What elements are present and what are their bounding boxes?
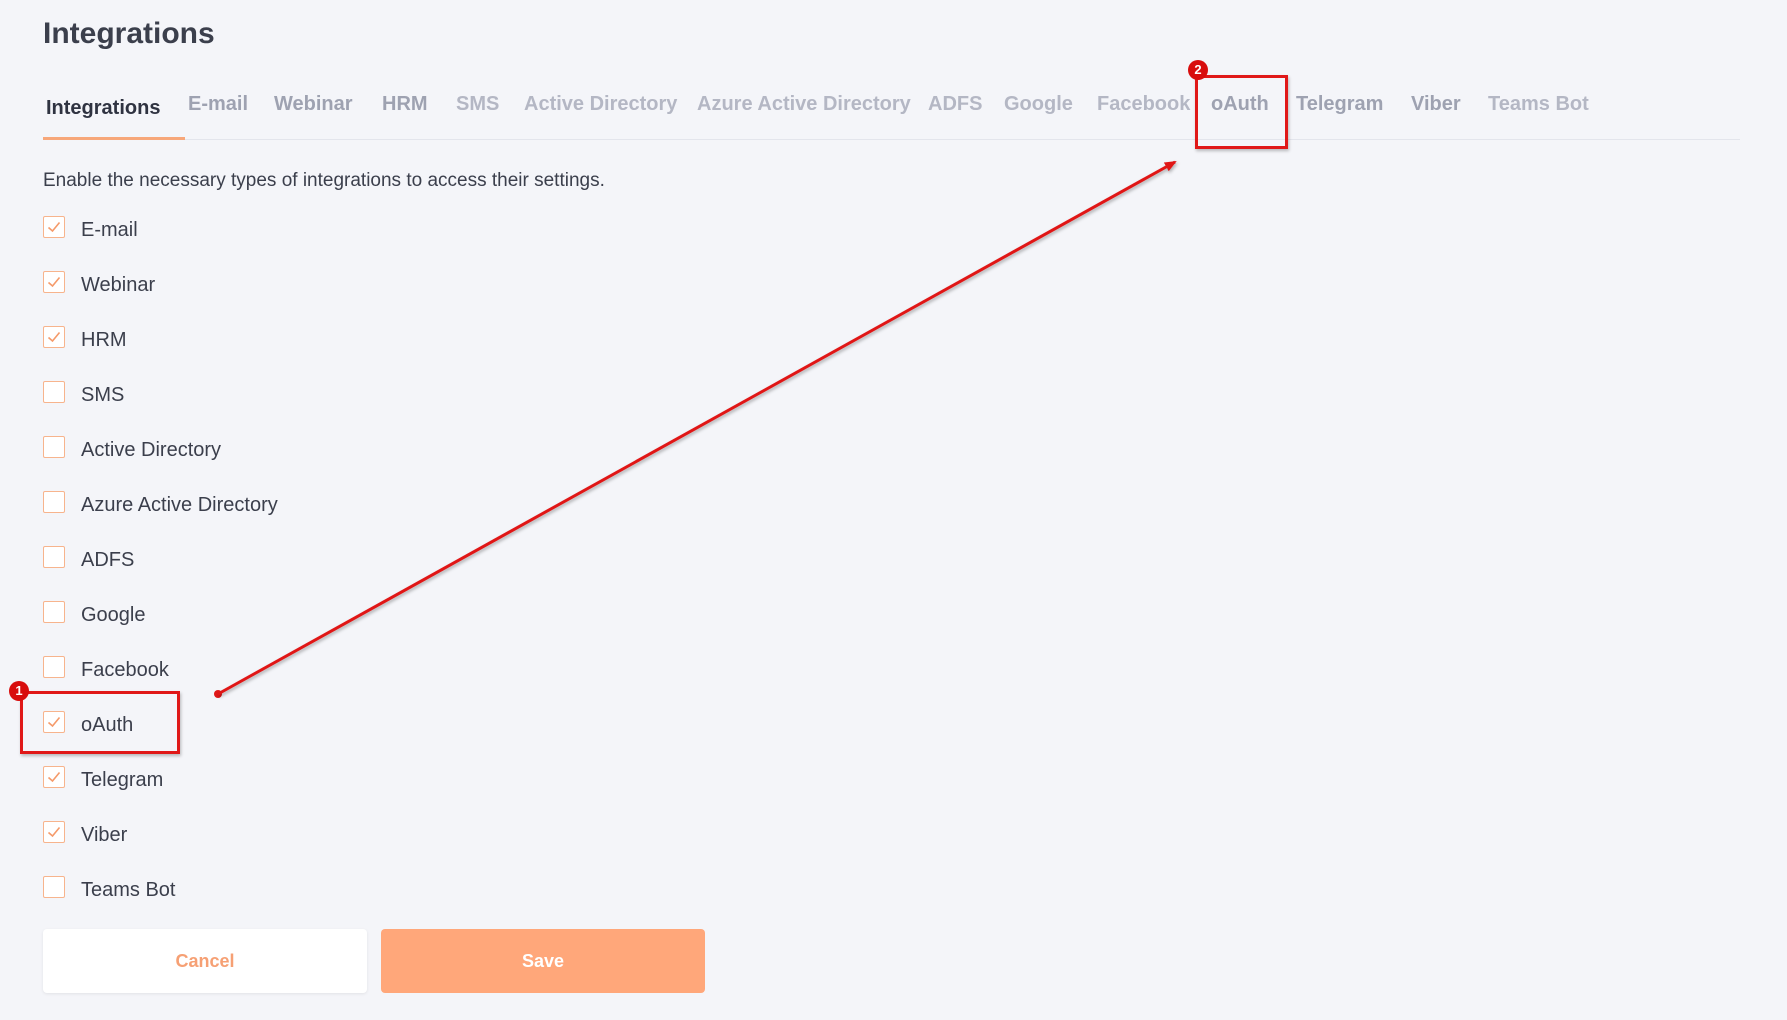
- telegram-checkbox[interactable]: [43, 766, 65, 788]
- tab-webinar[interactable]: Webinar: [274, 93, 353, 116]
- adfs-checkbox[interactable]: [43, 546, 65, 568]
- cancel-button[interactable]: Cancel: [43, 929, 367, 993]
- tab-facebook[interactable]: Facebook: [1097, 93, 1190, 116]
- email-checkbox[interactable]: [43, 216, 65, 238]
- active-directory-checkbox[interactable]: [43, 436, 65, 458]
- tab-active-directory[interactable]: Active Directory: [524, 93, 677, 116]
- google-checkbox[interactable]: [43, 601, 65, 623]
- tab-hrm[interactable]: HRM: [382, 93, 428, 116]
- tab-adfs[interactable]: ADFS: [928, 93, 982, 116]
- integrations-description: Enable the necessary types of integratio…: [43, 170, 605, 191]
- annotation-highlight-oauth-checkbox: [20, 691, 180, 754]
- viber-checkbox[interactable]: [43, 821, 65, 843]
- save-button[interactable]: Save: [381, 929, 705, 993]
- tab-integrations[interactable]: Integrations: [46, 97, 160, 120]
- active-tab-indicator: [43, 137, 185, 140]
- google-label: Google: [81, 604, 146, 626]
- checkmark-icon: [47, 331, 61, 343]
- annotation-badge-1: 1: [9, 681, 29, 701]
- sms-checkbox[interactable]: [43, 381, 65, 403]
- tab-bar: Integrations E-mail Webinar HRM SMS Acti…: [43, 85, 1740, 140]
- checkmark-icon: [47, 276, 61, 288]
- hrm-label: HRM: [81, 329, 127, 351]
- email-label: E-mail: [81, 219, 138, 241]
- tab-google[interactable]: Google: [1004, 93, 1073, 116]
- checkmark-icon: [47, 221, 61, 233]
- webinar-checkbox[interactable]: [43, 271, 65, 293]
- telegram-label: Telegram: [81, 769, 164, 791]
- tab-azure-active-directory[interactable]: Azure Active Directory: [697, 93, 911, 116]
- azure-active-directory-label: Azure Active Directory: [81, 494, 278, 516]
- tab-telegram[interactable]: Telegram: [1296, 93, 1383, 116]
- azure-active-directory-checkbox[interactable]: [43, 491, 65, 513]
- annotation-badge-2: 2: [1188, 60, 1208, 80]
- sms-label: SMS: [81, 384, 125, 406]
- teams-bot-label: Teams Bot: [81, 879, 176, 901]
- hrm-checkbox[interactable]: [43, 326, 65, 348]
- tab-viber[interactable]: Viber: [1411, 93, 1461, 116]
- annotation-highlight-oauth-tab: [1195, 75, 1288, 149]
- checkmark-icon: [47, 771, 61, 783]
- teams-bot-checkbox[interactable]: [43, 876, 65, 898]
- tab-teams-bot[interactable]: Teams Bot: [1488, 93, 1589, 116]
- tab-sms[interactable]: SMS: [456, 93, 499, 116]
- page-title: Integrations: [43, 17, 215, 50]
- webinar-label: Webinar: [81, 274, 156, 296]
- active-directory-label: Active Directory: [81, 439, 222, 461]
- facebook-label: Facebook: [81, 659, 169, 681]
- viber-label: Viber: [81, 824, 128, 846]
- facebook-checkbox[interactable]: [43, 656, 65, 678]
- checkmark-icon: [47, 826, 61, 838]
- tab-email[interactable]: E-mail: [188, 93, 248, 116]
- adfs-label: ADFS: [81, 549, 135, 571]
